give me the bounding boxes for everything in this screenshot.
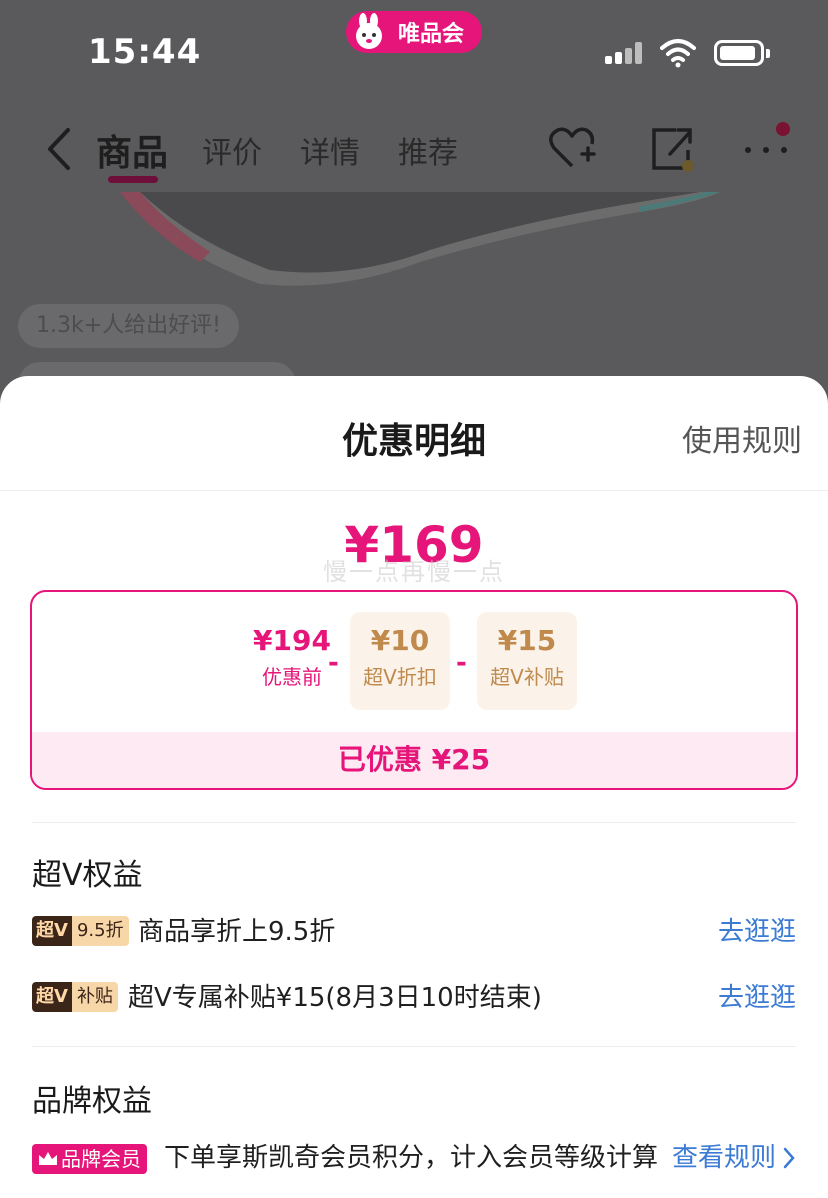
tag-super-v: 超V [32, 916, 72, 946]
app-badge[interactable]: 唯品会 [346, 11, 482, 53]
more-dots-icon[interactable] [744, 122, 794, 164]
product-nav-bar: 商品 评价 详情 推荐 [0, 110, 828, 190]
go-browse-link[interactable]: 去逛逛 [718, 978, 796, 1018]
super-v-discount: ¥10 超V折扣 [350, 612, 450, 710]
benefit-text: 下单享斯凯奇会员积分，计入会员等级计算 [164, 1143, 659, 1173]
share-icon[interactable] [648, 124, 698, 174]
price-breakdown-box: ¥194 优惠前 - ¥10 超V折扣 - ¥15 超V补贴 已优惠 ¥25 [30, 590, 798, 790]
benefit-row-discount: 超V 9.5折 商品享折上9.5折 去逛逛 [32, 912, 796, 952]
super-v-subsidy-amount: ¥15 [497, 624, 557, 657]
wifi-icon [660, 39, 696, 68]
benefit-row-subsidy: 超V 补贴 超V专属补贴¥15(8月3日10时结束) 去逛逛 [32, 978, 796, 1018]
tab-details[interactable]: 详情 [300, 128, 360, 172]
divider [32, 1046, 796, 1047]
tag-discount-rate: 9.5折 [71, 916, 129, 946]
active-tab-indicator [108, 176, 158, 183]
cellular-signal-icon [605, 42, 642, 64]
go-browse-link[interactable]: 去逛逛 [718, 912, 796, 952]
view-rules-label: 查看规则 [671, 1143, 776, 1173]
super-v-benefits-title: 超V权益 [32, 858, 143, 893]
background-page: 15:44 唯品会 商品 评价 详情 推荐 1.3k+人给出好评! [0, 0, 828, 420]
super-v-subsidy-label: 超V补贴 [490, 665, 564, 689]
chevron-right-icon [783, 1147, 795, 1169]
super-v-subsidy-tag: 超V 补贴 [32, 982, 118, 1012]
total-saved-bar: 已优惠 ¥25 [32, 732, 796, 788]
usage-rules-link[interactable]: 使用规则 [682, 416, 802, 460]
brand-benefits-title: 品牌权益 [32, 1084, 152, 1119]
app-name: 唯品会 [398, 22, 465, 47]
product-shoe-image [120, 192, 720, 286]
rabbit-mascot-icon [356, 13, 382, 49]
super-v-discount-label: 超V折扣 [363, 665, 437, 689]
notification-dot [776, 122, 790, 136]
discount-detail-sheet: 优惠明细 使用规则 ¥169 慢一点再慢一点 ¥194 优惠前 - ¥10 超V… [0, 376, 828, 1198]
super-v-discount-tag: 超V 9.5折 [32, 916, 129, 946]
original-price: ¥194 优惠前 [242, 612, 342, 710]
tab-recommend[interactable]: 推荐 [398, 128, 458, 172]
status-bar: 15:44 唯品会 [0, 0, 828, 100]
super-v-subsidy: ¥15 超V补贴 [477, 612, 577, 710]
tab-reviews[interactable]: 评价 [202, 128, 262, 172]
tab-product[interactable]: 商品 [96, 124, 168, 176]
minus-sign: - [456, 648, 467, 678]
crown-icon [39, 1152, 57, 1165]
minus-sign: - [328, 648, 339, 678]
brand-member-tag: 品牌会员 [32, 1144, 147, 1174]
benefit-text: 商品享折上9.5折 [138, 917, 336, 947]
benefit-text: 超V专属补贴¥15(8月3日10时结束) [128, 983, 542, 1013]
back-arrow-icon[interactable] [44, 126, 74, 172]
divider [32, 822, 796, 823]
view-rules-link[interactable]: 查看规则 [672, 1138, 796, 1178]
brand-member-tag-label: 品牌会员 [61, 1147, 141, 1171]
original-price-amount: ¥194 [253, 624, 331, 657]
favorite-add-icon[interactable] [548, 124, 598, 172]
original-price-label: 优惠前 [262, 665, 322, 689]
super-v-discount-amount: ¥10 [370, 624, 430, 657]
price-breakdown-row: ¥194 优惠前 - ¥10 超V折扣 - ¥15 超V补贴 [32, 612, 796, 712]
battery-icon [714, 40, 770, 66]
status-time: 15:44 [88, 32, 202, 72]
tag-subsidy: 补贴 [71, 982, 118, 1012]
tag-super-v: 超V [32, 982, 72, 1012]
watermark-text: 慢一点再慢一点 [323, 558, 505, 586]
benefit-row-brand: 品牌会员 下单享斯凯奇会员积分，计入会员等级计算 查看规则 [32, 1138, 796, 1178]
sheet-header: 优惠明细 使用规则 [0, 376, 828, 491]
review-bubble: 1.3k+人给出好评! [18, 304, 239, 348]
